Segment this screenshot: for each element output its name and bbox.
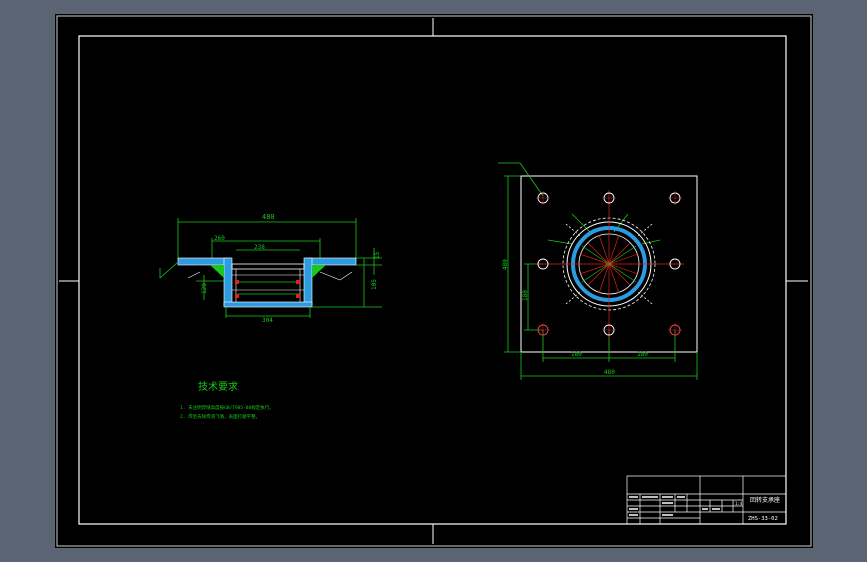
flange-left [177, 257, 231, 266]
plan-dim-bottom-left-label: 180 [571, 351, 582, 358]
title-drawing-number: ZHS-33-02 [748, 516, 778, 522]
tech-req-title: 技术要求 [198, 380, 238, 393]
dim-left-vertical-label: 120 [201, 283, 208, 294]
dim-inner-label: 238 [254, 244, 265, 251]
dim-top-label: 480 [262, 213, 275, 221]
drawing-sheet [55, 14, 813, 548]
dim-mid-label: 260 [214, 235, 225, 242]
tech-req-line1: 1. 未注明焊缝高度按GB/T985-88规定执行。 [180, 404, 274, 411]
dim-flange-right-label: 15 [374, 251, 381, 259]
plan-dim-bottom-right-label: 180 [637, 351, 648, 358]
tube-wall-left [223, 257, 233, 307]
bottom-plate [223, 301, 313, 308]
title-drawing-name: 回转支承座 [750, 496, 780, 504]
tube-wall-right [303, 257, 313, 307]
drawing-canvas: 480 260 238 15 105 120 304 技术要求 1. 未注明焊缝… [55, 14, 813, 548]
title-scale: 1:4 [735, 501, 743, 506]
flange-right [305, 257, 357, 266]
plan-dim-width-label: 480 [604, 369, 615, 376]
dim-bottom-label: 304 [262, 317, 273, 324]
plan-dim-height-label: 480 [502, 259, 509, 270]
plan-dim-left-inner-label: 180 [522, 290, 529, 301]
tech-req-line2: 2. 焊后去除焊渣飞溅，表面打磨平整。 [180, 413, 260, 420]
dim-height-right-label: 105 [371, 279, 378, 290]
